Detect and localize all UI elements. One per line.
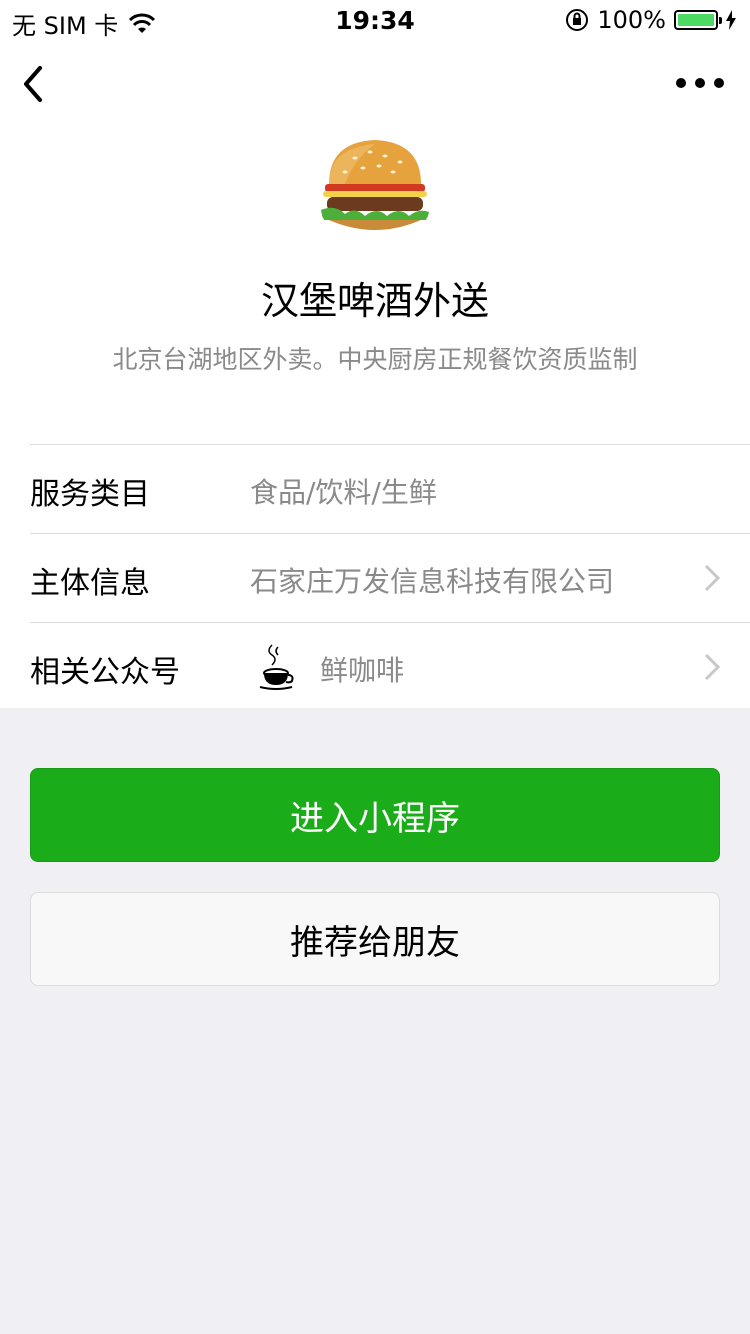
header-panel: 无 SIM 卡 19:34 100% 汉堡啤酒外送 北京台湖地区外卖。中央厨房正… [0, 0, 750, 708]
info-label: 主体信息 [30, 566, 150, 601]
app-name: 汉堡啤酒外送 [260, 279, 489, 323]
dot [676, 78, 686, 88]
dot [714, 78, 724, 88]
info-list: 服务类目 食品/饮料/生鲜 主体信息 石家庄万发信息科技有限公司 相关公众号 鲜… [0, 444, 750, 711]
info-label: 服务类目 [30, 477, 150, 512]
app-description: 北京台湖地区外卖。中央厨房正规餐饮资质监制 [112, 345, 638, 374]
more-dots-icon[interactable] [676, 68, 724, 98]
info-value: 石家庄万发信息科技有限公司 [250, 565, 615, 598]
status-right: 100% [565, 6, 736, 34]
chevron-right-icon [704, 564, 720, 592]
nav-bar [0, 56, 750, 112]
share-to-friend-button[interactable]: 推荐给朋友 [30, 892, 720, 986]
info-row-category: 服务类目 食品/饮料/生鲜 [30, 444, 750, 533]
info-value: 食品/饮料/生鲜 [250, 476, 437, 509]
dot [695, 78, 705, 88]
battery-percent: 100% [597, 6, 666, 34]
status-bar: 无 SIM 卡 19:34 100% [0, 0, 750, 40]
chevron-right-icon [704, 653, 720, 681]
coffee-cup-icon [259, 644, 294, 690]
info-row-entity[interactable]: 主体信息 石家庄万发信息科技有限公司 [30, 533, 750, 622]
battery-fill [678, 14, 714, 26]
chevron-left-icon[interactable] [18, 64, 54, 104]
info-label: 相关公众号 [30, 655, 180, 690]
rotation-lock-icon [566, 9, 589, 31]
charging-icon [726, 10, 736, 30]
hamburger-avatar[interactable] [315, 128, 435, 248]
info-row-official-account[interactable]: 相关公众号 鲜咖啡 [30, 622, 750, 711]
battery-icon [674, 10, 722, 30]
info-value: 鲜咖啡 [320, 654, 405, 687]
enter-miniprogram-button[interactable]: 进入小程序 [30, 768, 720, 862]
